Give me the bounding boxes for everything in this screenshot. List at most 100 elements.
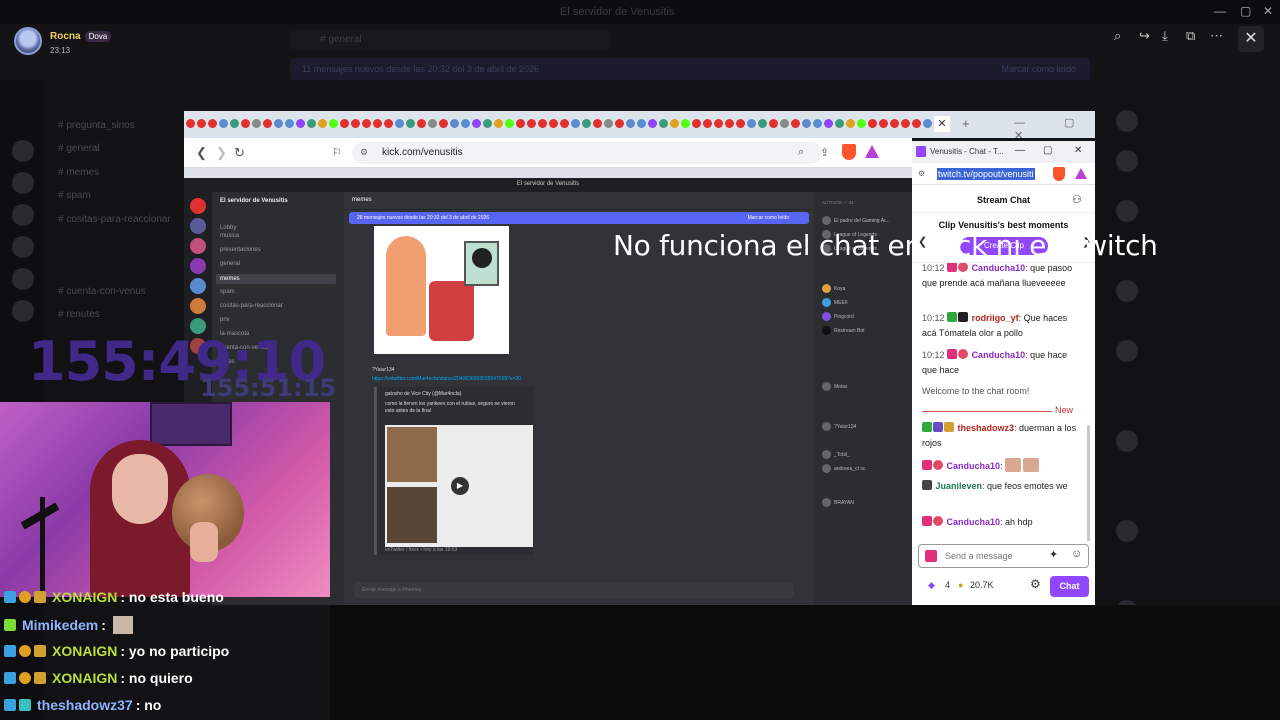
- tab-favicon-icon[interactable]: [362, 119, 371, 128]
- tab-favicon-icon[interactable]: [516, 119, 525, 128]
- brave-rewards-icon[interactable]: [1075, 168, 1087, 179]
- close-icon[interactable]: ✕: [1074, 145, 1082, 156]
- minimize-icon[interactable]: —: [1214, 4, 1226, 18]
- tab-favicon-icon[interactable]: [340, 119, 349, 128]
- new-messages-banner[interactable]: 28 mensajes nuevos desde las 20:32 del 3…: [349, 212, 809, 224]
- viewer-profile[interactable]: Rocna Dova 23:13: [14, 26, 112, 55]
- member-item[interactable]: El padre del Gaming Ar...: [822, 216, 890, 225]
- tab-favicon-icon[interactable]: [615, 119, 624, 128]
- tab-favicon-icon[interactable]: [780, 119, 789, 128]
- tab-favicon-icon[interactable]: [219, 119, 228, 128]
- tab-favicon-icon[interactable]: [527, 119, 536, 128]
- tab-favicon-icon[interactable]: [263, 119, 272, 128]
- tab-favicon-icon[interactable]: [648, 119, 657, 128]
- message-link[interactable]: https://vxtwitter.com/Mar4ncfa/status/20…: [372, 376, 521, 382]
- tab-favicon-icon[interactable]: [835, 119, 844, 128]
- tab-favicon-icon[interactable]: [208, 119, 217, 128]
- settings-icon[interactable]: ⚙: [1030, 577, 1041, 591]
- discord-message-input[interactable]: Enviar mensaje a #memes: [354, 582, 794, 598]
- bookmark-icon[interactable]: ⚐: [332, 146, 342, 159]
- tab-favicon-icon[interactable]: [802, 119, 811, 128]
- tab-favicon-icon[interactable]: [197, 119, 206, 128]
- tab-favicon-icon[interactable]: [373, 119, 382, 128]
- member-item[interactable]: andreea_ct sc: [822, 464, 865, 473]
- member-item[interactable]: Koya: [822, 284, 845, 293]
- back-icon[interactable]: ❮: [196, 145, 207, 161]
- new-tab-icon[interactable]: +: [962, 116, 970, 131]
- channel-item[interactable]: spam: [220, 289, 235, 295]
- tab-favicon-icon[interactable]: [747, 119, 756, 128]
- tab-favicon-icon[interactable]: [769, 119, 778, 128]
- external-icon[interactable]: ⧉: [1186, 28, 1195, 44]
- tab-favicon-icon[interactable]: [758, 119, 767, 128]
- emote-picker-icon[interactable]: ☺: [1071, 548, 1082, 560]
- chat-send-button[interactable]: Chat: [1050, 576, 1089, 597]
- window-controls[interactable]: — ▢ ✕: [1014, 116, 1095, 142]
- chat-username[interactable]: theshadowz3: [958, 423, 1015, 433]
- tab-favicon-icon[interactable]: [604, 119, 613, 128]
- tab-favicon-icon[interactable]: [494, 119, 503, 128]
- tab-favicon-icon[interactable]: [912, 119, 921, 128]
- tab-favicon-icon[interactable]: [857, 119, 866, 128]
- tab-favicon-icon[interactable]: [395, 119, 404, 128]
- member-item[interactable]: Pingcord: [822, 312, 854, 321]
- message-author[interactable]: ?Yaiur134: [372, 367, 394, 373]
- tab-favicon-icon[interactable]: [285, 119, 294, 128]
- channel-item[interactable]: cositas-para-reaccionar: [220, 303, 283, 309]
- tab-favicon-icon[interactable]: [846, 119, 855, 128]
- share-icon[interactable]: ↪: [1139, 28, 1150, 44]
- member-item[interactable]: BRAYAN: [822, 498, 854, 507]
- scrollbar[interactable]: [1087, 425, 1090, 541]
- play-icon[interactable]: ▶: [451, 477, 469, 495]
- zoom-icon[interactable]: ⌕: [798, 146, 804, 159]
- chat-username[interactable]: Canducha10: [972, 350, 1026, 360]
- tab-favicon-icon[interactable]: [560, 119, 569, 128]
- embed-author[interactable]: gatosho de Vice City (@Mar4ncfa): [385, 391, 525, 398]
- brave-shield-icon[interactable]: [842, 144, 856, 160]
- tab-favicon-icon[interactable]: [329, 119, 338, 128]
- twitch-message-input[interactable]: Send a message ✦ ☺: [918, 544, 1089, 568]
- tab-favicon-icon[interactable]: [428, 119, 437, 128]
- tab-favicon-icon[interactable]: [307, 119, 316, 128]
- chat-username[interactable]: Juanileven: [936, 481, 983, 491]
- member-item[interactable]: _Tobii_: [822, 450, 850, 459]
- address-bar[interactable]: kick.com/venusitis: [352, 142, 822, 164]
- channel-item[interactable]: musica: [220, 233, 239, 239]
- tab-favicon-icon[interactable]: [186, 119, 195, 128]
- twitch-url[interactable]: twitch.tv/popout/venusiti: [937, 168, 1035, 180]
- users-icon[interactable]: ⚇: [1072, 193, 1082, 206]
- tab-favicon-icon[interactable]: [241, 119, 250, 128]
- tab-favicon-icon[interactable]: [923, 119, 932, 128]
- badge-icon[interactable]: [925, 550, 937, 562]
- tab-favicon-icon[interactable]: [725, 119, 734, 128]
- member-item[interactable]: MEE6: [822, 298, 848, 307]
- tab-favicon-icon[interactable]: [439, 119, 448, 128]
- brave-shield-icon[interactable]: [1053, 167, 1065, 181]
- share-icon[interactable]: ⇪: [820, 146, 829, 159]
- channel-item[interactable]: priv: [220, 317, 230, 323]
- chat-username[interactable]: Canducha10: [972, 263, 1026, 273]
- channel-points[interactable]: 20.7K: [970, 580, 994, 590]
- tab-favicon-icon[interactable]: [824, 119, 833, 128]
- minimize-icon[interactable]: —: [1015, 145, 1025, 156]
- download-icon[interactable]: ⤓: [1162, 28, 1168, 44]
- chat-username[interactable]: Canducha10: [947, 517, 1001, 527]
- tab-favicon-icon[interactable]: [406, 119, 415, 128]
- chat-username[interactable]: Canducha10: [947, 461, 1001, 471]
- tab-favicon-icon[interactable]: [483, 119, 492, 128]
- tab-favicon-icon[interactable]: [791, 119, 800, 128]
- tab-favicon-icon[interactable]: [593, 119, 602, 128]
- tab-favicon-icon[interactable]: [637, 119, 646, 128]
- close-viewer-button[interactable]: ✕: [1238, 26, 1264, 52]
- tab-favicon-icon[interactable]: [274, 119, 283, 128]
- tab-close-icon[interactable]: ✕: [934, 116, 950, 132]
- channel-item[interactable]: general: [220, 261, 240, 267]
- server-icon[interactable]: [190, 258, 206, 274]
- tab-favicon-icon[interactable]: [692, 119, 701, 128]
- site-info-icon[interactable]: ⚙: [360, 147, 368, 158]
- tab-favicon-icon[interactable]: [252, 119, 261, 128]
- reload-icon[interactable]: ↻: [234, 145, 245, 161]
- server-icon[interactable]: [190, 198, 206, 214]
- brave-rewards-icon[interactable]: [865, 145, 879, 158]
- tab-favicon-icon[interactable]: [461, 119, 470, 128]
